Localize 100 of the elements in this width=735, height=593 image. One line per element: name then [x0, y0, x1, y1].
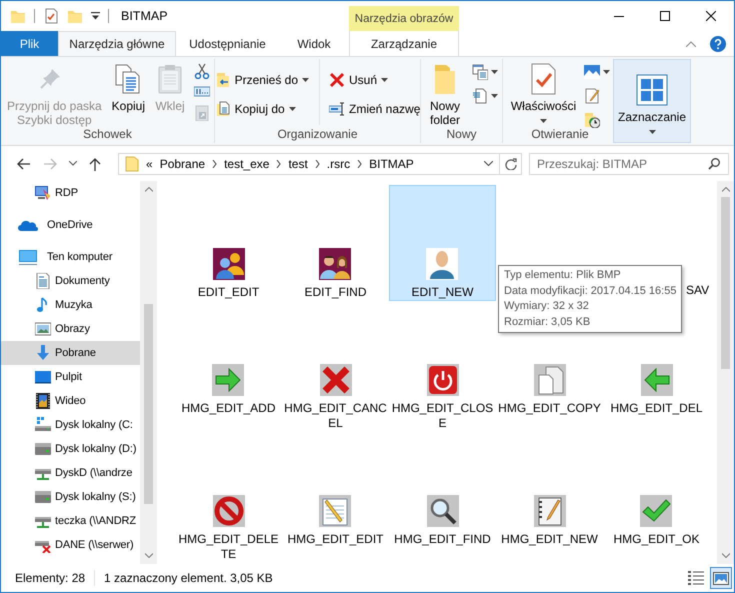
- drive-icon: [35, 489, 51, 505]
- grid-button[interactable]: Zaznaczanie: [612, 59, 692, 143]
- folder-pages-icon: [214, 101, 231, 117]
- rename-icon: [329, 101, 345, 117]
- document-icon: [472, 88, 488, 104]
- file-item[interactable]: HMG_EDIT_COPY: [498, 364, 601, 416]
- search-icon: [708, 158, 720, 170]
- file-item[interactable]: HMG_EDIT_EDIT: [287, 495, 384, 547]
- copy-button[interactable]: Kopiuj: [108, 59, 148, 125]
- nav-item[interactable]: DANE (\\serwer): [1, 533, 140, 557]
- path-segment[interactable]: Pobrane: [160, 156, 206, 170]
- window-title: BITMAP: [121, 9, 168, 23]
- refresh-icon: [504, 158, 516, 170]
- file-item[interactable]: HMG_EDIT_ADD: [181, 364, 276, 416]
- scrollbar[interactable]: [717, 181, 734, 564]
- page-pencil-icon: [584, 88, 600, 104]
- page-check-icon[interactable]: [43, 8, 59, 24]
- document-button[interactable]: [470, 87, 500, 104]
- cross-icon: [320, 364, 352, 396]
- folder-button[interactable]: Nowy folder: [423, 59, 467, 125]
- tab[interactable]: Plik: [1, 31, 58, 56]
- search-field[interactable]: Przeszukaj: BITMAP: [529, 152, 729, 174]
- collapse-ribbon-icon[interactable]: [686, 40, 696, 46]
- nav-item[interactable]: Dysk lokalny (S:): [1, 485, 140, 509]
- maximize-icon: [660, 11, 670, 21]
- file-item[interactable]: EDIT_NEW: [389, 185, 496, 301]
- scrollbar-thumb[interactable]: [721, 197, 730, 369]
- file-item[interactable]: HMG_EDIT_FIND: [394, 495, 491, 547]
- customize-icon[interactable]: [91, 12, 100, 20]
- chevron-icon: [212, 160, 218, 168]
- nav-item[interactable]: Dysk lokalny (C:: [1, 413, 140, 437]
- folder-pages-button[interactable]: Kopiuj do: [212, 98, 312, 120]
- details-view-icon: [688, 570, 704, 586]
- nav-item[interactable]: Pulpit: [1, 365, 140, 389]
- shortcut-icon: [194, 104, 210, 120]
- person-icon: [426, 248, 458, 280]
- nav-item[interactable]: RDP: [1, 181, 140, 205]
- file-item[interactable]: HMG_EDIT_CANCEL: [284, 364, 388, 431]
- file-item[interactable]: HMG_EDIT_DEL: [610, 364, 703, 416]
- tooltip-line: Typ elementu: Plik BMP: [504, 268, 622, 283]
- file-item[interactable]: HMG_EDIT_NEW: [501, 495, 598, 547]
- tab[interactable]: Widok: [279, 31, 349, 56]
- tooltip-line: Rozmiar: 3,05 KB: [504, 314, 592, 330]
- chevron-icon: [314, 160, 320, 168]
- folder-icon: [125, 156, 139, 172]
- arrow-down-icon: [35, 345, 51, 361]
- windows-button[interactable]: [470, 63, 500, 80]
- caret-icon: [491, 94, 498, 98]
- path-segment[interactable]: test: [288, 156, 308, 170]
- nav-item[interactable]: Dysk lokalny (D:): [1, 437, 140, 461]
- folder-arrow-icon: [214, 72, 231, 88]
- path-segment[interactable]: BITMAP: [369, 156, 414, 170]
- image-button[interactable]: [582, 63, 612, 80]
- scissors-button[interactable]: [192, 62, 212, 79]
- monitor-icon: [18, 249, 38, 265]
- caret-icon: [491, 70, 498, 74]
- chevron-icon: [357, 160, 362, 168]
- page-check-button[interactable]: Właściwości: [508, 59, 580, 125]
- file-item[interactable]: HMG_EDIT_DELETE: [176, 495, 280, 562]
- group-label: Schowek: [82, 127, 133, 143]
- nav-item[interactable]: Muzyka: [1, 293, 140, 317]
- nav-item[interactable]: Pobrane: [1, 341, 140, 365]
- path-segment[interactable]: test_exe: [224, 156, 270, 170]
- nav-item[interactable]: Dokumenty: [1, 269, 140, 293]
- group-label: Otwieranie: [530, 127, 590, 143]
- file-item[interactable]: HMG_EDIT_OK: [613, 495, 700, 547]
- tab[interactable]: Udostępnianie: [176, 31, 279, 56]
- group-label: Organizowanie: [276, 127, 359, 143]
- large-icons-view-button[interactable]: [710, 567, 732, 589]
- nav-item[interactable]: teczka (\\ANDRZ: [1, 509, 140, 533]
- pages-icon: [534, 364, 566, 396]
- large-icons-view-icon: [713, 570, 729, 586]
- nav-item[interactable]: OneDrive: [1, 213, 140, 237]
- scroll-up-icon: [722, 187, 730, 192]
- power-icon: [426, 364, 458, 396]
- item-count: Elementy: 28: [15, 571, 86, 585]
- file-item[interactable]: EDIT_FIND: [304, 248, 366, 300]
- overflow-mark[interactable]: «: [146, 156, 153, 170]
- nav-item[interactable]: Wideo: [1, 389, 140, 413]
- tab[interactable]: Narzędzia główne: [58, 31, 176, 56]
- people-icon: [212, 248, 244, 280]
- folder-arrow-button[interactable]: Przenieś do: [212, 69, 312, 91]
- file-item[interactable]: EDIT_EDIT: [198, 248, 260, 300]
- chevron-icon: [276, 160, 282, 168]
- nav-item[interactable]: DyskD (\\andrze: [1, 461, 140, 485]
- caret-icon: [381, 78, 388, 82]
- forward-icon: [44, 158, 58, 170]
- rename-button[interactable]: Zmień nazwę: [326, 98, 424, 120]
- scrollbar[interactable]: [140, 181, 157, 564]
- nav-item[interactable]: Ten komputer: [1, 245, 140, 269]
- help-icon[interactable]: [710, 36, 726, 52]
- arrow-right-icon: [212, 364, 244, 396]
- cross-button[interactable]: Usuń: [326, 69, 424, 91]
- prohibited-icon: [212, 495, 244, 527]
- scrollbar-thumb[interactable]: [144, 304, 154, 504]
- file-item[interactable]: HMG_EDIT_CLOSE: [390, 364, 494, 431]
- nav-item[interactable]: Obrazy: [1, 317, 140, 341]
- path-segment[interactable]: .rsrc: [326, 156, 350, 170]
- address-bar[interactable]: « Pobrane test_exe test .rsrc BITMAP: [118, 152, 522, 174]
- film-icon: [35, 393, 51, 409]
